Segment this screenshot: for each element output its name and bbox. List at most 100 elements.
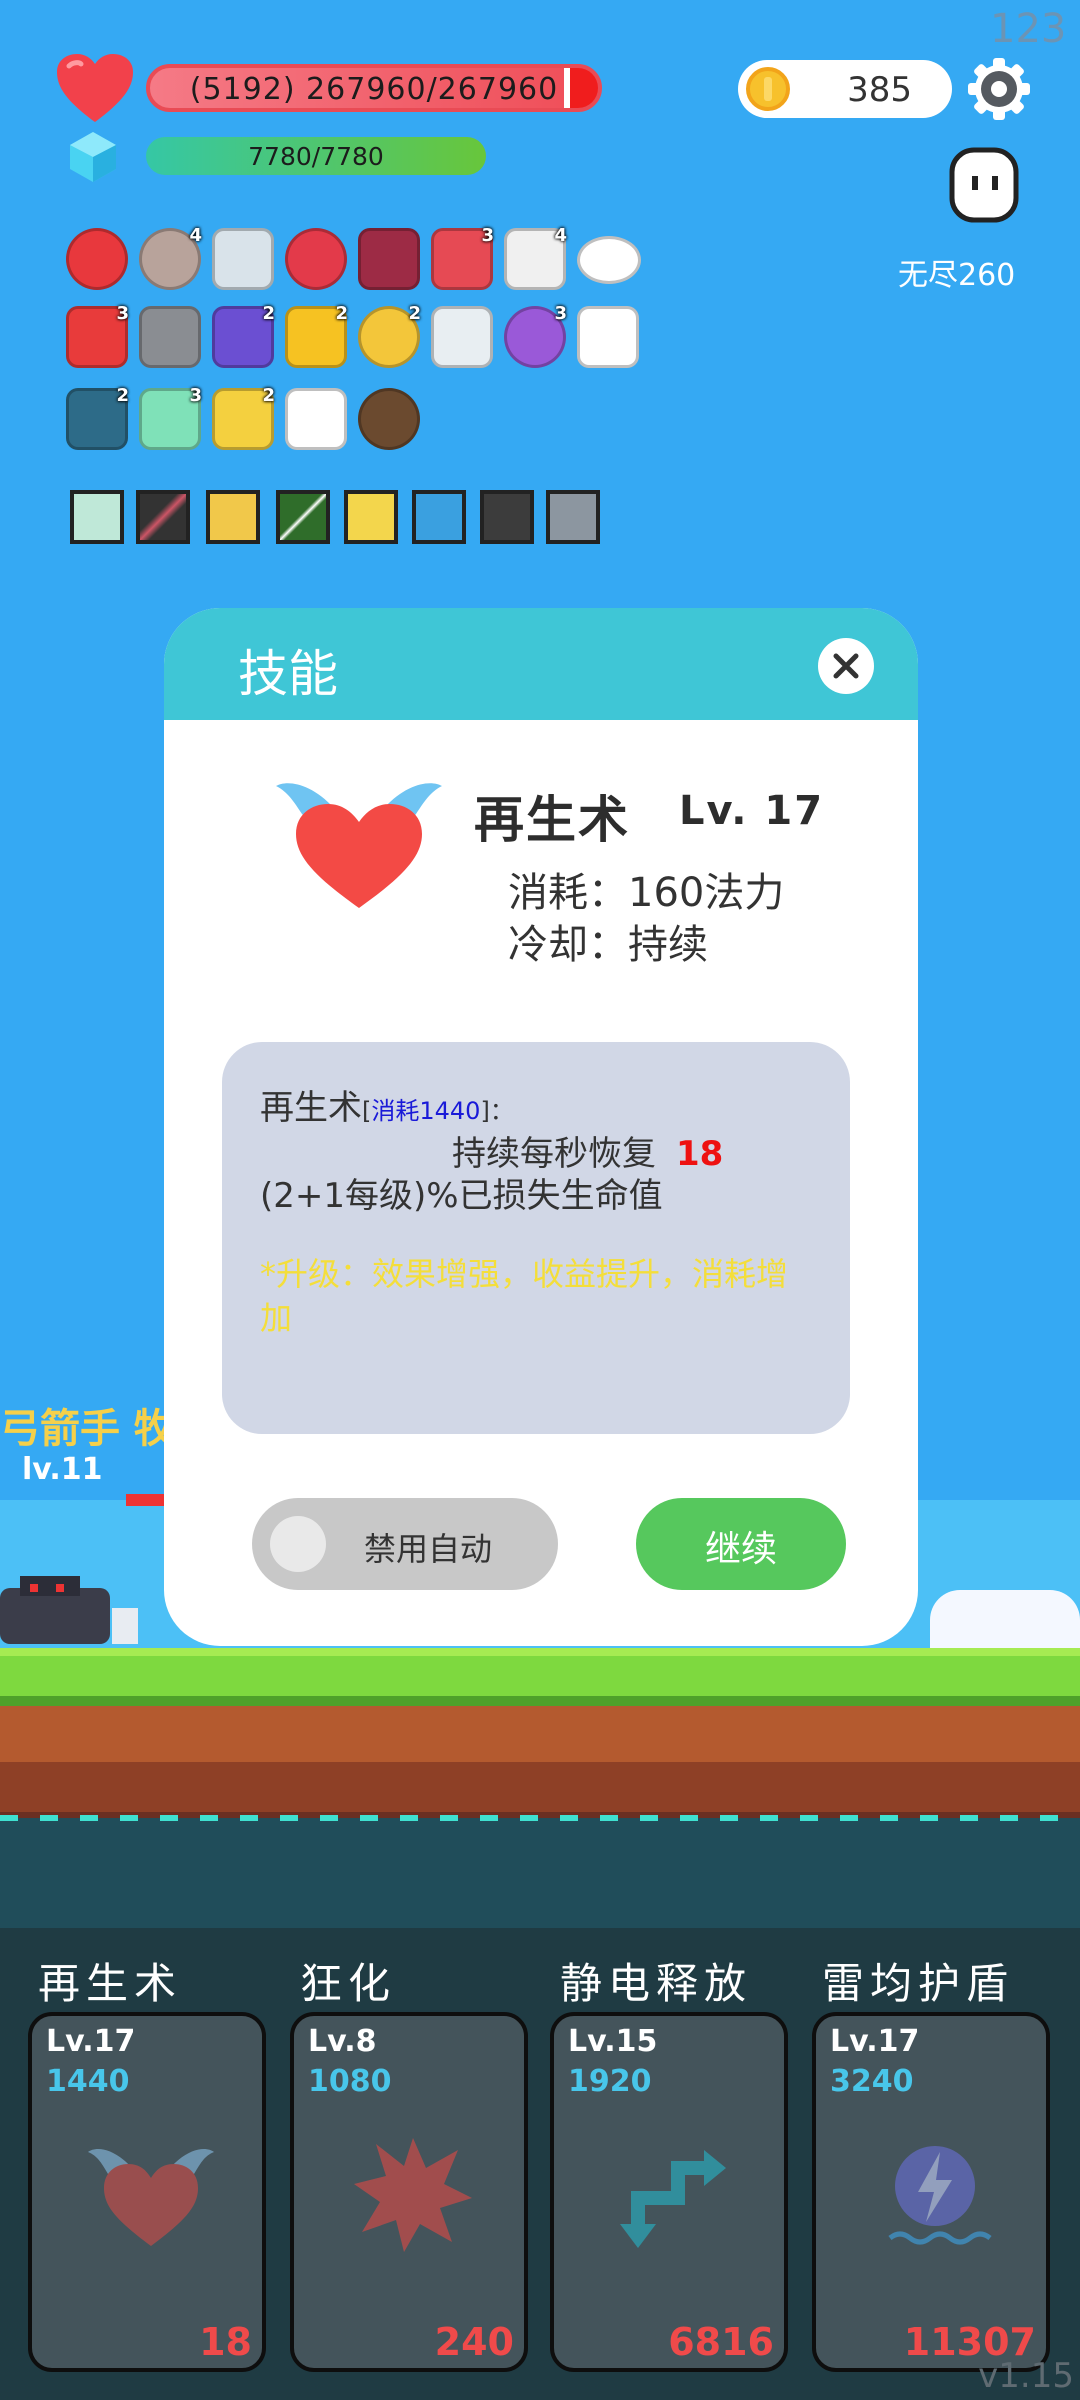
item-count-badge: 2 — [262, 303, 275, 324]
card-level: Lv.8 — [308, 2024, 377, 2059]
hp-text: (5192) 267960/267960 — [189, 72, 559, 107]
description-cost: [消耗1440]： — [362, 1097, 514, 1125]
mp-text: 7780/7780 — [248, 142, 384, 171]
ghost-icon[interactable] — [948, 146, 1020, 224]
gear-icon[interactable] — [966, 56, 1032, 122]
card-cost: 1920 — [568, 2064, 652, 2099]
strawberry-icon[interactable] — [285, 228, 347, 290]
arrows-icon — [620, 2150, 726, 2248]
fish-icon[interactable]: 2 — [66, 385, 129, 450]
blade-slot-icon[interactable] — [136, 490, 190, 544]
skill-description: 再生术[消耗1440]： 持续每秒恢复 18 (2+1每级)%已损失生命值 *升级… — [222, 1042, 850, 1434]
card-cost: 3240 — [830, 2064, 914, 2099]
item-count-badge: 2 — [408, 303, 421, 324]
ground-dirt-deep — [0, 1762, 1080, 1812]
pill-icon[interactable]: 4 — [504, 225, 567, 290]
sword-icon[interactable] — [212, 228, 274, 290]
skill-name: 再生术 — [474, 791, 630, 849]
burst-icon — [354, 2138, 472, 2252]
item-count-badge: 4 — [189, 225, 202, 246]
lightbulb-icon[interactable] — [431, 306, 493, 368]
skill-card-static[interactable]: Lv.15 1920 6816 — [550, 2012, 788, 2372]
card-level: Lv.17 — [46, 2024, 136, 2059]
knight-helmet-icon[interactable] — [139, 306, 201, 368]
gauntlet-slot-icon[interactable] — [546, 490, 600, 544]
envelope-icon[interactable] — [285, 388, 347, 450]
endless-mode-label: 无尽260 — [898, 258, 1016, 293]
card-count: 240 — [434, 2320, 514, 2364]
description-skill-name: 再生术 — [260, 1088, 362, 1128]
mp-bar: 7780/7780 — [146, 137, 486, 175]
item-count-badge: 3 — [554, 303, 567, 324]
card-title-static: 静电释放 — [560, 1959, 753, 2008]
version-label: v1.15 — [978, 2356, 1074, 2396]
coconut-icon[interactable] — [358, 388, 420, 450]
ground-dirt — [0, 1706, 1080, 1762]
water-surface — [0, 1815, 1080, 1821]
vortex-slot-icon[interactable] — [412, 490, 466, 544]
skill-card-regen[interactable]: Lv.17 1440 18 — [28, 2012, 266, 2372]
fps-counter: 123 — [990, 6, 1067, 52]
item-count-badge: 2 — [262, 385, 275, 406]
magic-wand-icon[interactable]: 2 — [212, 385, 275, 450]
winged-heart-icon — [88, 2149, 214, 2246]
upgrade-note: *升级：效果增强，收益提升，消耗增加 — [260, 1255, 789, 1337]
card-count: 18 — [199, 2320, 252, 2364]
skill-card-shield[interactable]: Lv.17 3240 11307 — [812, 2012, 1050, 2372]
enemy-sprite — [0, 1576, 138, 1644]
skill-cost: 消耗：160法力 — [508, 870, 785, 916]
card-count: 6816 — [668, 2320, 774, 2364]
coin-amount: 385 — [847, 70, 912, 110]
card-title-regen: 再生术 — [38, 1959, 183, 2008]
warrior-slot-icon[interactable] — [344, 490, 398, 544]
lightning-shield-icon — [888, 2146, 992, 2245]
coin-icon — [746, 67, 790, 111]
item-count-badge: 3 — [189, 385, 202, 406]
continue-label: 继续 — [704, 1529, 777, 1570]
crystal-ball-icon[interactable]: 3 — [504, 303, 567, 368]
chest-icon[interactable]: 2 — [212, 303, 275, 368]
skill-card-berserk[interactable]: Lv.8 1080 240 — [290, 2012, 528, 2372]
watermelon-icon[interactable]: 3 — [431, 225, 494, 290]
skill-level: Lv. 17 — [679, 788, 825, 834]
cloud — [930, 1590, 1080, 1650]
card-title-berserk: 狂化 — [300, 1959, 397, 2008]
alien-icon[interactable]: 3 — [139, 385, 202, 450]
close-button[interactable] — [818, 638, 874, 694]
water — [0, 1818, 1080, 1928]
ring-icon[interactable]: 2 — [358, 303, 421, 368]
ground-grass-edge — [0, 1696, 1080, 1706]
jam-jar-icon[interactable] — [358, 228, 420, 290]
item-count-badge: 2 — [335, 303, 348, 324]
description-formula: (2+1每级)%已损失生命值 — [260, 1176, 663, 1216]
unit-level-label: lv.11 — [22, 1452, 103, 1487]
armor-slot-icon[interactable] — [206, 490, 260, 544]
eye-icon[interactable] — [577, 236, 641, 284]
card-level: Lv.17 — [830, 2024, 920, 2059]
ghost-icon[interactable] — [577, 306, 639, 368]
toggle-knob — [270, 1516, 326, 1572]
apple-icon[interactable] — [66, 228, 128, 290]
item-count-badge: 4 — [554, 225, 567, 246]
arrow-slot-icon[interactable] — [276, 490, 330, 544]
heart-pair-icon[interactable]: 3 — [66, 303, 129, 368]
hp-bar: (5192) 267960/267960 — [146, 64, 602, 112]
shield-icon[interactable]: 4 — [139, 225, 202, 290]
effect-value: 18 — [676, 1134, 724, 1174]
card-title-shield: 雷均护盾 — [822, 1959, 1015, 2008]
cube-slot-icon[interactable] — [480, 490, 534, 544]
card-cost: 1080 — [308, 2064, 392, 2099]
dialog-header: 技能 — [164, 608, 918, 720]
item-count-badge: 2 — [116, 385, 129, 406]
close-icon — [833, 653, 859, 679]
skill-cooldown: 冷却：持续 — [508, 922, 708, 968]
heart-icon — [57, 54, 133, 122]
disable-auto-toggle[interactable]: 禁用自动 — [252, 1498, 558, 1590]
continue-button[interactable]: 继续 — [636, 1498, 846, 1590]
lightbulb-slot-icon[interactable] — [70, 490, 124, 544]
card-cost: 1440 — [46, 2064, 130, 2099]
description-title: 再生术[消耗1440]： — [260, 1080, 514, 1129]
sunflower-icon[interactable]: 2 — [285, 303, 348, 368]
coin-counter: 385 — [738, 60, 952, 118]
toggle-label: 禁用自动 — [364, 1530, 493, 1568]
